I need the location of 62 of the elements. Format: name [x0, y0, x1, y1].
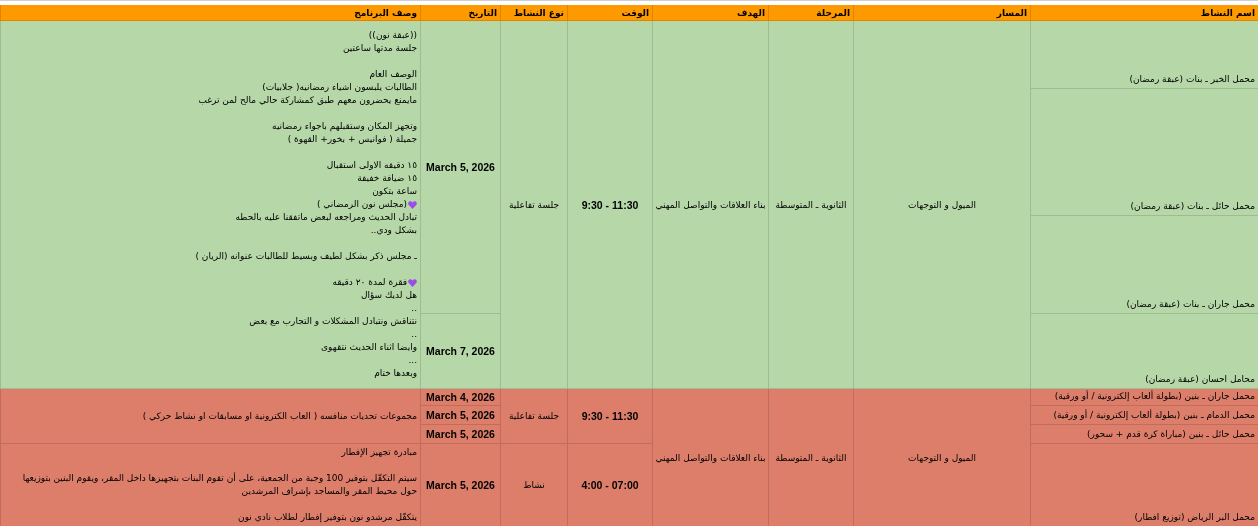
date-text: March 7, 2026: [426, 345, 495, 357]
time-text: 9:30 - 11:30: [581, 198, 639, 211]
description-line: مجموعات تحديات منافسه ( العاب الكترونية او مسابقات او نشاط حركي ): [142, 409, 417, 423]
activity-name-cell: محمل حائل ـ بنات (عبقة رمضان): [1030, 89, 1258, 216]
description-line: الوصف العام: [369, 68, 417, 81]
description-line: سيتم التكفّل بتوفير 100 وجبة من الجمعية، على أن تقوم البنات بتجهيزها داخل المقر، ويقوم البنين بتوزيعها حول محيط المقر والمساجد بإشراف المرشدين: [21, 472, 417, 498]
date-text: March 5, 2026: [426, 428, 495, 440]
description-line: ـ مجلس ذكر بشكل لطيف وبسيط للطالبات عنوانه (الريان ): [195, 250, 417, 263]
time-text: 4:00 - 07:00: [581, 479, 639, 491]
activity-name-cell: محامل احسان (عبقة رمضان): [1030, 314, 1258, 389]
goal-cell: بناء العلاقات والتواصل المهني: [652, 389, 768, 526]
time-text: 9:30 - 11:30: [581, 410, 639, 422]
heart-icon: [408, 278, 417, 287]
activity-name-cell: محمل الدمام ـ بنين (بطولة ألعاب إلكترونية / أو ورقية): [1030, 406, 1258, 425]
column-header: المسار: [853, 5, 1030, 21]
description-line: بشكل ودي..: [370, 224, 417, 237]
description-line: مايمنع يحضرون معهم طبق كمشاركة حالي مالح لمن ترغب: [198, 94, 417, 107]
activity-name-cell: محمل البر الرياض (توزيع افطار): [1030, 444, 1258, 526]
date-text: March 5, 2026: [426, 161, 495, 173]
description-line: وايضا اثناء الحديث نتقهوى: [321, 341, 417, 354]
date-text: March 5, 2026: [426, 409, 495, 421]
stage-cell: الثانوية ـ المتوسطة: [768, 21, 853, 389]
description-line: ((عبقة نون)): [368, 29, 417, 42]
description-line: (مجلس نون الرمضاني ): [316, 198, 407, 211]
description-line: ..: [411, 302, 417, 315]
column-header: الهدف: [652, 5, 768, 21]
heart-icon: [408, 200, 417, 209]
activity-name-cell: محمل حائل ـ بنين (مباراة كرة قدم + سحور): [1030, 425, 1258, 444]
description-line: ساعة بتكون: [372, 185, 417, 198]
activity-name-cell: محمل جاران ـ بنين (بطولة ألعاب إلكترونية / أو ورقية): [1030, 389, 1258, 406]
activity-name-cell: محمل الخبر ـ بنات (عبقة رمضان): [1030, 21, 1258, 89]
description-line: جلسة مدتها ساعتين: [343, 42, 417, 55]
description-line: فقرة لمدة ٢٠ دقيقه: [332, 276, 407, 289]
activity-type-cell: جلسة تفاعلية: [500, 21, 567, 389]
activity-name-cell: محمل جاران ـ بنات (عبقة رمضان): [1030, 216, 1258, 314]
description-line: يتكفّل مرشدو نون بتوفير إفطار لطلاب نادي نون: [238, 511, 417, 524]
description-line: الطالبات يلبسون اشياء رمضانيه( جلابيات): [262, 81, 417, 94]
column-header: التاريخ: [420, 5, 500, 21]
goal-cell: بناء العلاقات والتواصل المهني: [652, 21, 768, 389]
track-cell: الميول و التوجهات: [853, 389, 1030, 526]
date-text: March 5, 2026: [426, 479, 495, 491]
description-line: وتجهز المكان وستقبلهم باجواء رمضانيه: [272, 120, 417, 133]
description-line: ..: [411, 328, 417, 341]
activity-type-cell: نشاط: [500, 444, 567, 526]
description-line: ...: [408, 354, 417, 367]
column-header: وصف البرنامج: [0, 5, 420, 21]
column-header: اسم النشاط: [1030, 5, 1258, 21]
stage-cell: الثانوية ـ المتوسطة: [768, 389, 853, 526]
description-line: تبادل الحديث ومراجعه لبعض ماتفقنا عليه بالحطه: [235, 211, 417, 224]
column-header: المرحلة: [768, 5, 853, 21]
activity-type-cell: جلسة تفاعلية: [500, 389, 567, 444]
description-line: وبعدها ختام: [374, 367, 417, 380]
column-header: الوقت: [567, 5, 652, 21]
date-text: March 4, 2026: [426, 391, 495, 403]
description-line: ١٥ دقيقه الاولى استقبال: [326, 159, 417, 172]
description-line: مبادرة تجهيز الإفطار: [341, 446, 417, 459]
description-line: هل لديك سؤال: [360, 289, 417, 302]
description-line: ١٥ ضيافة خفيفة: [357, 172, 417, 185]
column-header: نوع النشاط: [500, 5, 567, 21]
track-cell: الميول و التوجهات: [853, 21, 1030, 389]
description-line: جميلة ( فوانيس + بخور+ القهوة ): [287, 133, 417, 146]
description-line: نتناقش ونتبادل المشكلات و التجارب مع بعض: [249, 315, 417, 328]
